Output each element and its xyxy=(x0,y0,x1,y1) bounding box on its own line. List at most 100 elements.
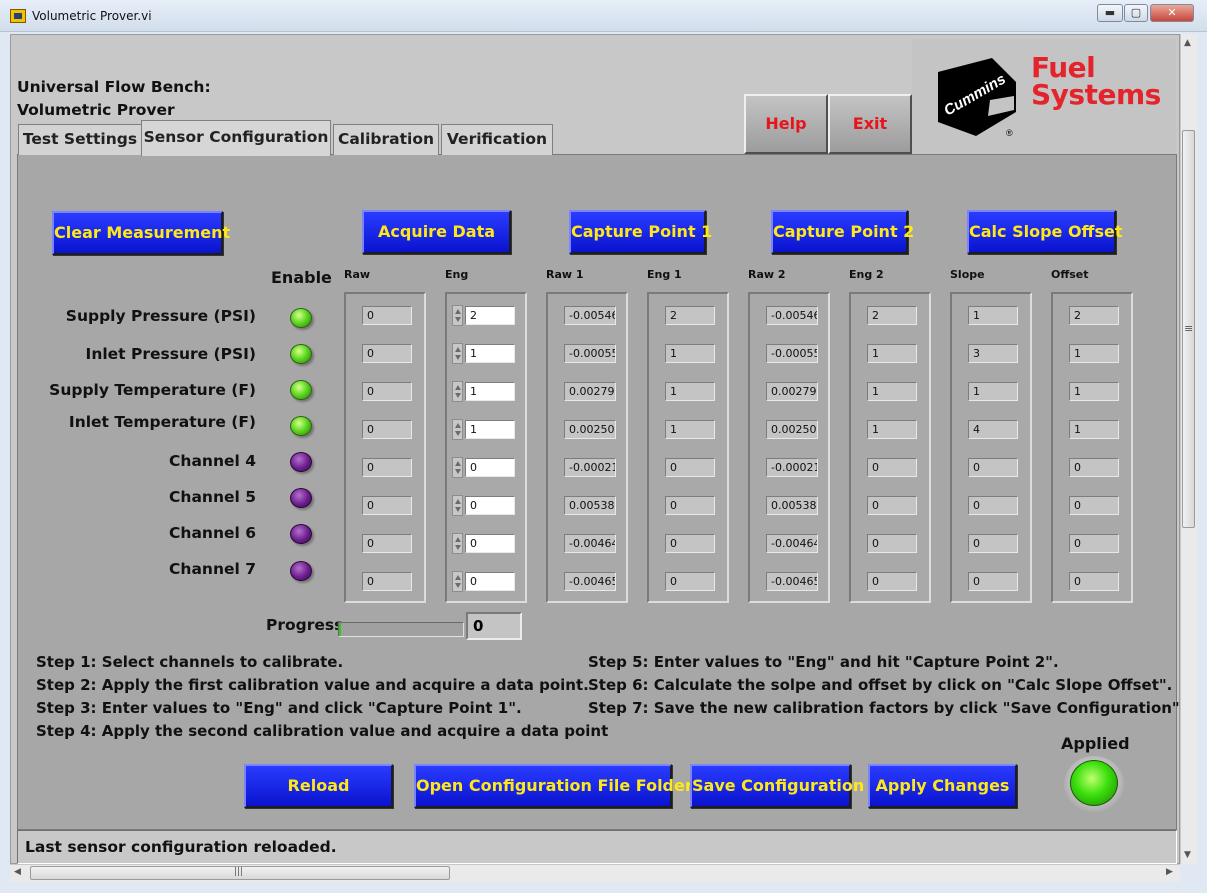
eng-field[interactable]: 1 xyxy=(465,344,515,363)
progress-bar-fill xyxy=(339,623,341,636)
step-7: Step 7: Save the new calibration factors… xyxy=(588,699,1186,717)
channel-label: Supply Temperature (F) xyxy=(49,381,256,399)
raw1-field: -0.00465 xyxy=(564,572,616,591)
eng1-field: 2 xyxy=(665,306,715,325)
raw-field: 0 xyxy=(362,572,412,591)
eng-field[interactable]: 0 xyxy=(465,458,515,477)
eng-increment-decrement-icon[interactable] xyxy=(452,381,463,402)
exit-button[interactable]: Exit xyxy=(828,94,912,154)
registered-mark: ® xyxy=(1006,128,1013,138)
channel-enable-toggle[interactable] xyxy=(290,524,312,544)
horizontal-grip-icon: ||| xyxy=(234,867,244,877)
eng-increment-decrement-icon[interactable] xyxy=(452,343,463,364)
channel-enable-toggle[interactable] xyxy=(290,452,312,472)
raw2-field: 0.00279 xyxy=(766,382,818,401)
reload-button[interactable]: Reload xyxy=(244,764,393,808)
apply-changes-button[interactable]: Apply Changes xyxy=(868,764,1017,808)
channel-enable-toggle[interactable] xyxy=(290,488,312,508)
eng-array xyxy=(445,292,527,603)
offset-field: 1 xyxy=(1069,382,1119,401)
progress-value: 0 xyxy=(466,612,522,640)
eng-field[interactable]: 1 xyxy=(465,382,515,401)
applied-indicator-led xyxy=(1070,760,1118,806)
eng-field[interactable]: 0 xyxy=(465,572,515,591)
column-header-raw: Raw xyxy=(344,268,371,281)
channel-enable-toggle[interactable] xyxy=(290,380,312,400)
minimize-button[interactable]: ▬ xyxy=(1097,4,1123,22)
scroll-left-icon[interactable]: ◀ xyxy=(14,867,21,877)
raw1-field: 0.005385 xyxy=(564,496,616,515)
raw2-field: -0.00021 xyxy=(766,458,818,477)
raw2-field: 0.005385 xyxy=(766,496,818,515)
slope-field: 0 xyxy=(968,496,1018,515)
step-5: Step 5: Enter values to "Eng" and hit "C… xyxy=(588,653,1059,671)
progress-bar xyxy=(338,622,464,637)
clear-measurement-button[interactable]: Clear Measurement xyxy=(52,211,230,255)
window-titlebar xyxy=(0,0,1207,32)
channel-enable-toggle[interactable] xyxy=(290,308,312,328)
eng2-field: 1 xyxy=(867,382,917,401)
raw1-field: -0.00546 xyxy=(564,306,616,325)
tab-sensor-configuration[interactable]: Sensor Configuration xyxy=(141,120,331,156)
channel-enable-toggle[interactable] xyxy=(290,344,312,364)
eng2-field: 2 xyxy=(867,306,917,325)
eng-increment-decrement-icon[interactable] xyxy=(452,495,463,516)
column-header-eng1: Eng 1 xyxy=(647,268,682,281)
progress-label: Progress xyxy=(266,616,344,634)
raw2-field: -0.00055 xyxy=(766,344,818,363)
slope-field: 0 xyxy=(968,572,1018,591)
tab-verification[interactable]: Verification xyxy=(441,124,553,155)
eng1-field: 0 xyxy=(665,572,715,591)
maximize-button[interactable]: ▢ xyxy=(1124,4,1148,22)
scroll-up-icon[interactable]: ▲ xyxy=(1184,38,1191,48)
slope-field: 3 xyxy=(968,344,1018,363)
window-title: Volumetric Prover.vi xyxy=(32,9,152,23)
save-configuration-button[interactable]: Save Configuration xyxy=(690,764,864,808)
slope-field: 0 xyxy=(968,458,1018,477)
calc-slope-offset-button[interactable]: Calc Slope Offset xyxy=(967,210,1123,254)
channel-label: Inlet Pressure (PSI) xyxy=(85,345,256,363)
eng-increment-decrement-icon[interactable] xyxy=(452,571,463,592)
eng-field[interactable]: 0 xyxy=(465,496,515,515)
column-header-raw1: Raw 1 xyxy=(546,268,584,281)
app-title-line2: Volumetric Prover xyxy=(17,101,175,119)
channel-enable-toggle[interactable] xyxy=(290,416,312,436)
eng1-field: 1 xyxy=(665,344,715,363)
fuel-systems-wordmark: Fuel Systems xyxy=(1031,51,1161,109)
step-6: Step 6: Calculate the solpe and offset b… xyxy=(588,676,1173,694)
channel-label: Channel 7 xyxy=(169,560,256,578)
raw-field: 0 xyxy=(362,344,412,363)
column-header-offset: Offset xyxy=(1051,268,1089,281)
applied-label: Applied xyxy=(1061,734,1130,753)
acquire-data-button[interactable]: Acquire Data xyxy=(362,210,511,254)
logo-line1: Fuel xyxy=(1031,51,1096,84)
status-message: Last sensor configuration reloaded. xyxy=(17,830,1177,864)
raw1-field: -0.00021 xyxy=(564,458,616,477)
eng-increment-decrement-icon[interactable] xyxy=(452,457,463,478)
labview-vi-icon xyxy=(10,9,26,23)
eng-field[interactable]: 1 xyxy=(465,420,515,439)
eng-field[interactable]: 0 xyxy=(465,534,515,553)
eng-increment-decrement-icon[interactable] xyxy=(452,305,463,326)
open-configuration-file-folder-button[interactable]: Open Configuration File Folder xyxy=(414,764,693,808)
column-header-raw2: Raw 2 xyxy=(748,268,786,281)
offset-field: 2 xyxy=(1069,306,1119,325)
raw-field: 0 xyxy=(362,534,412,553)
tab-calibration[interactable]: Calibration xyxy=(333,124,439,155)
channel-label: Channel 5 xyxy=(169,488,256,506)
scroll-down-icon[interactable]: ▼ xyxy=(1184,850,1191,860)
eng-field[interactable]: 2 xyxy=(465,306,515,325)
close-button[interactable]: ✕ xyxy=(1150,4,1194,22)
channel-enable-toggle[interactable] xyxy=(290,561,312,581)
help-button[interactable]: Help xyxy=(744,94,828,154)
capture-point-1-button[interactable]: Capture Point 1 xyxy=(569,210,712,254)
capture-point-2-button[interactable]: Capture Point 2 xyxy=(771,210,914,254)
scroll-right-icon[interactable]: ▶ xyxy=(1166,867,1173,877)
tab-test-settings[interactable]: Test Settings xyxy=(18,124,142,155)
slope-array xyxy=(950,292,1032,603)
eng-increment-decrement-icon[interactable] xyxy=(452,533,463,554)
eng1-field: 1 xyxy=(665,382,715,401)
eng-increment-decrement-icon[interactable] xyxy=(452,419,463,440)
step-1: Step 1: Select channels to calibrate. xyxy=(36,653,344,671)
eng2-field: 0 xyxy=(867,572,917,591)
